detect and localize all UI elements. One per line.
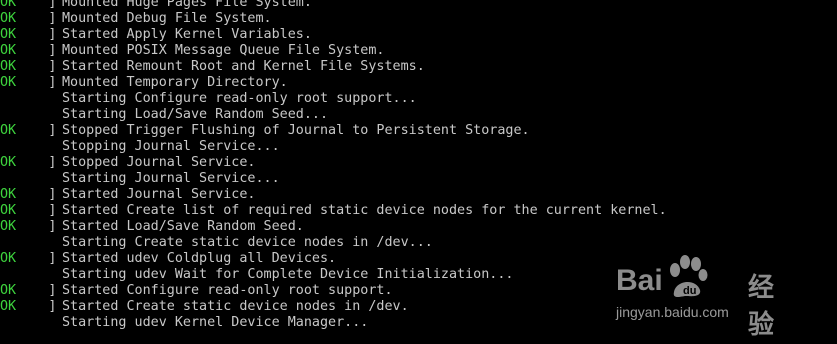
console-line: Stopping Journal Service... bbox=[0, 139, 837, 155]
baidu-jingyan-watermark: Bai du 经验 jingyan.baidu.com bbox=[616, 248, 821, 339]
watermark-brand-left: Bai bbox=[616, 264, 663, 297]
status-bracket: ] bbox=[48, 283, 57, 298]
console-message: Mounted Temporary Directory. bbox=[62, 75, 288, 90]
status-bracket: ] bbox=[48, 219, 57, 234]
status-ok: OK ] bbox=[0, 43, 60, 59]
status-ok: OK ] bbox=[0, 123, 60, 139]
console-message: Starting Configure read-only root suppor… bbox=[62, 91, 417, 106]
ok-label: OK bbox=[0, 11, 17, 26]
status-ok: OK ] bbox=[0, 187, 60, 203]
status-bracket: ] bbox=[48, 299, 57, 314]
status-bracket: ] bbox=[48, 203, 57, 218]
status-ok: OK ] bbox=[0, 27, 60, 43]
console-message: Starting Journal Service... bbox=[62, 171, 280, 186]
console-line: Starting Journal Service... bbox=[0, 171, 837, 187]
console-line: OK ] Started Remount Root and Kernel File… bbox=[0, 59, 837, 75]
ok-label: OK bbox=[0, 75, 17, 90]
status-ok: OK ] bbox=[0, 0, 60, 11]
console-message: Started Journal Service. bbox=[62, 187, 256, 202]
console-message: Mounted POSIX Message Queue File System. bbox=[62, 43, 385, 58]
console-message: Starting udev Kernel Device Manager... bbox=[62, 315, 369, 330]
status-ok: OK ] bbox=[0, 155, 60, 171]
status-bracket: ] bbox=[48, 75, 57, 90]
status-bracket: ] bbox=[48, 27, 57, 42]
console-message: Stopped Journal Service. bbox=[62, 155, 256, 170]
status-ok: OK ] bbox=[0, 75, 60, 91]
status-bracket: ] bbox=[48, 0, 57, 10]
ok-label: OK bbox=[0, 187, 17, 202]
console-line: Starting Configure read-only root suppor… bbox=[0, 91, 837, 107]
console-message: Mounted Huge Pages File System. bbox=[62, 0, 312, 10]
watermark-brand-cn: 经验 bbox=[748, 272, 775, 339]
ok-label: OK bbox=[0, 251, 17, 266]
console-message: Started Configure read-only root support… bbox=[62, 283, 393, 298]
status-bracket: ] bbox=[48, 11, 57, 26]
svg-text:du: du bbox=[683, 285, 696, 297]
baidu-paw-icon: du bbox=[670, 255, 708, 297]
console-message: Started Remount Root and Kernel File Sys… bbox=[62, 59, 425, 74]
console-line: OK ] Stopped Journal Service. bbox=[0, 155, 837, 171]
console-line: OK ] Mounted POSIX Message Queue File Sys… bbox=[0, 43, 837, 59]
status-ok: OK ] bbox=[0, 59, 60, 75]
status-bracket: ] bbox=[48, 251, 57, 266]
console-line: OK ] Started Create list of required stat… bbox=[0, 203, 837, 219]
status-bracket: ] bbox=[48, 59, 57, 74]
ok-label: OK bbox=[0, 299, 17, 314]
console-line: Starting Load/Save Random Seed... bbox=[0, 107, 837, 123]
console-message: Starting udev Wait for Complete Device I… bbox=[62, 267, 514, 282]
ok-label: OK bbox=[0, 43, 17, 58]
console-line: OK ] Started Apply Kernel Variables. bbox=[0, 27, 837, 43]
status-ok: OK ] bbox=[0, 283, 60, 299]
ok-label: OK bbox=[0, 59, 17, 74]
ok-label: OK bbox=[0, 27, 17, 42]
console-message: Started Apply Kernel Variables. bbox=[62, 27, 312, 42]
ok-label: OK bbox=[0, 203, 17, 218]
status-ok: OK ] bbox=[0, 11, 60, 27]
console-message: Starting Create static device nodes in /… bbox=[62, 235, 433, 250]
console-message: Stopping Journal Service... bbox=[62, 139, 280, 154]
status-ok: OK ] bbox=[0, 299, 60, 315]
console-message: Started Create static device nodes in /d… bbox=[62, 299, 409, 314]
ok-label: OK bbox=[0, 123, 17, 138]
status-bracket: ] bbox=[48, 155, 57, 170]
console-message: Mounted Debug File System. bbox=[62, 11, 272, 26]
status-ok: OK ] bbox=[0, 203, 60, 219]
console-message: Started Create list of required static d… bbox=[62, 203, 667, 218]
console-line: OK ] Mounted Debug File System. bbox=[0, 11, 837, 27]
console-message: Starting Load/Save Random Seed... bbox=[62, 107, 329, 122]
console-message: Started Load/Save Random Seed. bbox=[62, 219, 304, 234]
console-message: Stopped Trigger Flushing of Journal to P… bbox=[62, 123, 530, 138]
watermark-url: jingyan.baidu.com bbox=[616, 304, 729, 320]
ok-label: OK bbox=[0, 283, 17, 298]
ok-label: OK bbox=[0, 0, 17, 10]
console-line: OK ] Started Load/Save Random Seed. bbox=[0, 219, 837, 235]
status-bracket: ] bbox=[48, 43, 57, 58]
status-ok: OK ] bbox=[0, 251, 60, 267]
console-line: OK ] Mounted Huge Pages File System. bbox=[0, 0, 837, 11]
ok-label: OK bbox=[0, 219, 17, 234]
console-line: OK ] Started Journal Service. bbox=[0, 187, 837, 203]
console-line: OK ] Mounted Temporary Directory. bbox=[0, 75, 837, 91]
status-ok: OK ] bbox=[0, 219, 60, 235]
ok-label: OK bbox=[0, 155, 17, 170]
console-message: Started udev Coldplug all Devices. bbox=[62, 251, 337, 266]
console-line: OK ] Stopped Trigger Flushing of Journal … bbox=[0, 123, 837, 139]
status-bracket: ] bbox=[48, 123, 57, 138]
status-bracket: ] bbox=[48, 187, 57, 202]
